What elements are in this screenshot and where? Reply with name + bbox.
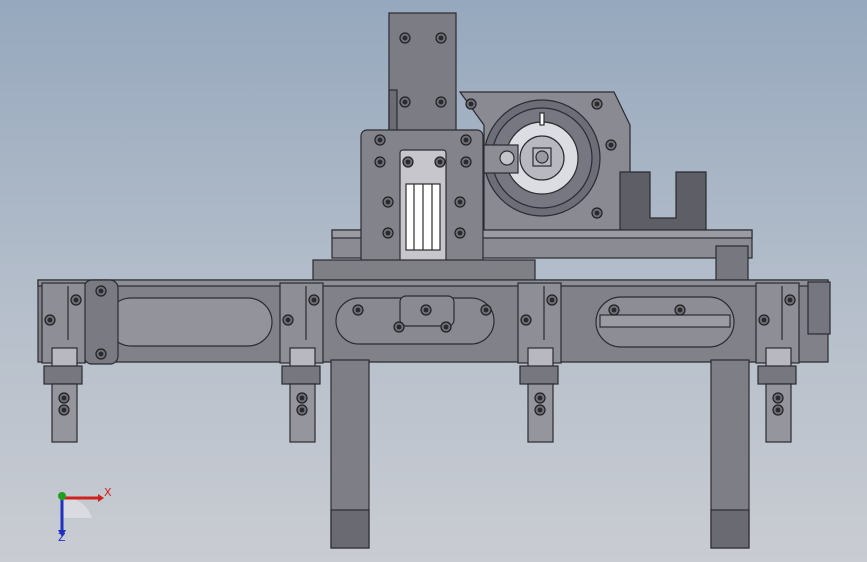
top-mount-plate	[388, 12, 457, 134]
triad-plane	[62, 497, 92, 518]
central-flange	[312, 259, 536, 283]
x-axis-label: X	[104, 486, 112, 499]
u-bracket	[619, 171, 707, 233]
cad-viewport[interactable]: X Z	[0, 0, 867, 562]
z-axis-label: Z	[58, 531, 66, 544]
right-end-cap	[807, 281, 831, 335]
orientation-triad[interactable]: X Z	[58, 486, 112, 544]
gripper-assembly-model[interactable]: X Z	[0, 0, 867, 562]
y-axis-dot	[58, 492, 66, 500]
left-slot	[106, 297, 273, 347]
gripper-finger-4[interactable]	[755, 282, 800, 443]
top-mount-plate-edge	[388, 89, 398, 134]
gripper-finger-3[interactable]	[517, 282, 562, 443]
gripper-finger-2[interactable]	[279, 282, 324, 443]
gripper-finger-1[interactable]	[41, 282, 86, 443]
